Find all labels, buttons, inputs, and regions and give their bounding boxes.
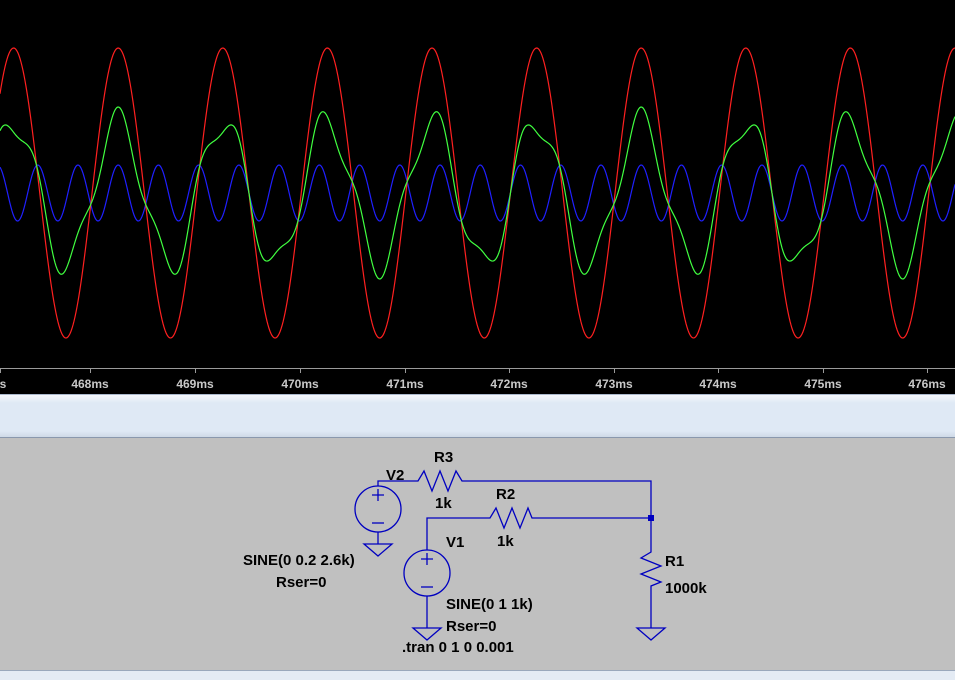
time-tick-label: s xyxy=(0,377,7,391)
schematic-editor[interactable]: V2 R3 1k R2 1k V1 R1 1000k SINE(0 0.2 2.… xyxy=(0,438,955,670)
r1-value[interactable]: 1000k xyxy=(665,580,707,597)
time-tick xyxy=(614,369,615,373)
r2-value[interactable]: 1k xyxy=(497,533,514,550)
time-tick-label: 471ms xyxy=(386,377,424,391)
voltage-source-v1-symbol[interactable] xyxy=(403,549,451,597)
time-tick xyxy=(300,369,301,373)
time-tick xyxy=(90,369,91,373)
resistor-r1-symbol[interactable] xyxy=(639,548,663,590)
schematic-wires xyxy=(354,469,667,641)
status-strip xyxy=(0,670,955,680)
v1-source-value[interactable]: SINE(0 1 1k) xyxy=(446,596,533,613)
waveform-plot-pane[interactable] xyxy=(0,0,955,368)
time-tick-label: 474ms xyxy=(699,377,737,391)
time-axis: s 468ms 469ms 470ms 471ms 472ms 473ms 474ms 475m… xyxy=(0,368,955,395)
r3-value[interactable]: 1k xyxy=(435,495,452,512)
waveform-plot[interactable] xyxy=(0,0,955,368)
time-tick-label: 476ms xyxy=(908,377,946,391)
time-tick xyxy=(195,369,196,373)
time-tick-label: 470ms xyxy=(281,377,319,391)
v2-source-value[interactable]: SINE(0 0.2 2.6k) xyxy=(243,552,355,569)
ground-v2-symbol[interactable] xyxy=(362,543,394,557)
time-tick xyxy=(509,369,510,373)
r3-label[interactable]: R3 xyxy=(434,449,453,466)
wire-r2-right[interactable] xyxy=(535,517,652,548)
junction-dot xyxy=(648,515,654,521)
v1-label[interactable]: V1 xyxy=(446,534,464,551)
pane-splitter[interactable] xyxy=(0,394,955,438)
time-tick xyxy=(927,369,928,373)
resistor-r2-symbol[interactable] xyxy=(485,506,535,530)
voltage-source-v2-symbol[interactable] xyxy=(354,485,402,533)
time-tick xyxy=(405,369,406,373)
r1-label[interactable]: R1 xyxy=(665,553,684,570)
time-tick-label: 472ms xyxy=(490,377,528,391)
time-tick xyxy=(718,369,719,373)
trace-hf[interactable] xyxy=(0,164,955,222)
ground-r1-symbol[interactable] xyxy=(635,627,667,641)
time-tick-label: 468ms xyxy=(71,377,109,391)
resistor-r3-symbol[interactable] xyxy=(408,469,470,493)
time-tick-label: 469ms xyxy=(176,377,214,391)
v1-rser[interactable]: Rser=0 xyxy=(446,618,496,635)
tran-directive[interactable]: .tran 0 1 0 0.001 xyxy=(402,639,514,656)
v2-label[interactable]: V2 xyxy=(386,467,404,484)
r2-label[interactable]: R2 xyxy=(496,486,515,503)
v2-rser[interactable]: Rser=0 xyxy=(276,574,326,591)
time-tick-label: 473ms xyxy=(595,377,633,391)
time-tick-label: 475ms xyxy=(804,377,842,391)
time-tick xyxy=(823,369,824,373)
time-tick xyxy=(0,369,1,373)
